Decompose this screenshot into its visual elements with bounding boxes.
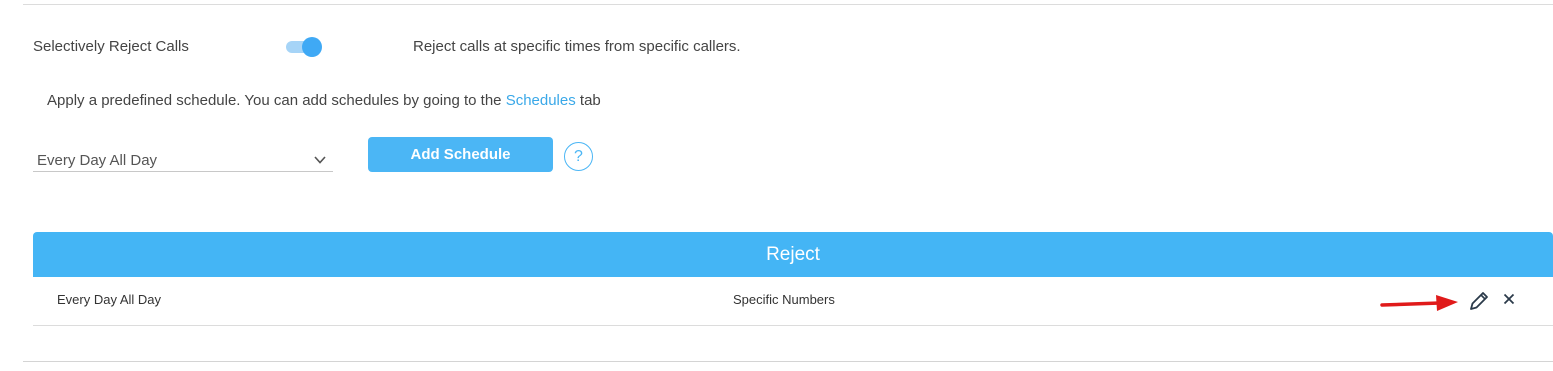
schedules-tab-link[interactable]: Schedules: [506, 92, 576, 109]
schedule-info-text: Apply a predefined schedule. You can add…: [47, 92, 601, 109]
call-rejection-panel: Selectively Reject Calls Reject calls at…: [0, 0, 1553, 371]
schedule-info-prefix: Apply a predefined schedule. You can add…: [47, 92, 506, 109]
row-type: Specific Numbers: [733, 292, 835, 307]
row-schedule: Every Day All Day: [57, 292, 162, 307]
selective-reject-toggle[interactable]: [286, 37, 322, 57]
schedule-select-value: Every Day All Day: [37, 152, 158, 169]
selective-reject-description: Reject calls at specific times from spec…: [413, 38, 741, 55]
top-divider: [23, 4, 1553, 5]
bottom-divider: [23, 361, 1553, 362]
help-button[interactable]: ?: [564, 142, 593, 171]
add-schedule-button[interactable]: Add Schedule: [368, 137, 553, 172]
schedule-select[interactable]: Every Day All Day: [33, 147, 333, 172]
reject-table-header: Reject: [33, 232, 1553, 277]
pencil-icon[interactable]: [1467, 289, 1491, 313]
chevron-down-icon: [314, 156, 326, 164]
toggle-knob: [302, 37, 322, 57]
selective-reject-label: Selectively Reject Calls: [33, 38, 189, 55]
close-icon[interactable]: [1501, 291, 1517, 307]
schedule-info-suffix: tab: [575, 92, 601, 109]
table-row: Every Day All Day Specific Numbers: [33, 277, 1553, 326]
red-arrow-annotation: [1380, 295, 1458, 311]
